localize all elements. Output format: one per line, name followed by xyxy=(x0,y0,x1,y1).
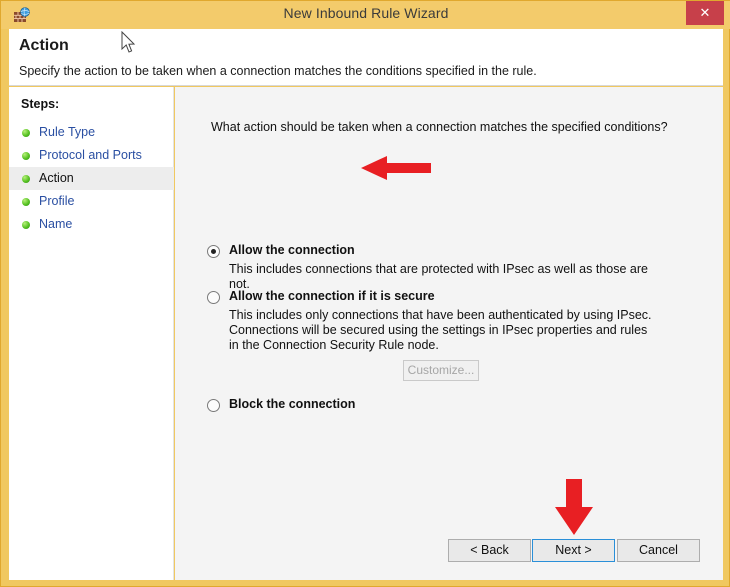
option-title: Allow the connection if it is secure xyxy=(229,289,435,303)
next-button[interactable]: Next > xyxy=(532,539,615,562)
radio-allow-the-connection[interactable] xyxy=(207,245,220,258)
steps-heading: Steps: xyxy=(21,97,60,111)
sidebar-item-label: Protocol and Ports xyxy=(39,148,142,162)
page-header: Action Specify the action to be taken wh… xyxy=(9,29,723,86)
sidebar-item-label: Profile xyxy=(39,194,75,208)
step-bullet-icon xyxy=(22,175,30,183)
radio-allow-the-connection-if-it-is-secure[interactable] xyxy=(207,291,220,304)
wizard-window: New Inbound Rule Wizard ✕ Action Specify… xyxy=(0,0,730,587)
sidebar-item-label: Action xyxy=(39,171,74,185)
sidebar-item-action[interactable]: Action xyxy=(9,167,174,190)
step-bullet-icon xyxy=(22,152,30,160)
page-title: Action xyxy=(19,37,69,54)
page-subtitle: Specify the action to be taken when a co… xyxy=(19,64,537,78)
step-bullet-icon xyxy=(22,198,30,206)
option-title: Block the connection xyxy=(229,397,356,411)
cancel-button[interactable]: Cancel xyxy=(617,539,700,562)
question-text: What action should be taken when a conne… xyxy=(211,120,668,134)
radio-block-the-connection[interactable] xyxy=(207,399,220,412)
sidebar-item-rule-type[interactable]: Rule Type xyxy=(9,121,174,144)
customize-button: Customize... xyxy=(403,360,479,381)
step-bullet-icon xyxy=(22,221,30,229)
steps-list: Rule Type Protocol and Ports Action Prof… xyxy=(9,121,174,236)
sidebar-item-name[interactable]: Name xyxy=(9,213,174,236)
sidebar-item-label: Rule Type xyxy=(39,125,96,139)
step-bullet-icon xyxy=(22,129,30,137)
sidebar-item-profile[interactable]: Profile xyxy=(9,190,174,213)
title-bar: New Inbound Rule Wizard ✕ xyxy=(1,1,730,29)
sidebar-item-protocol-and-ports[interactable]: Protocol and Ports xyxy=(9,144,174,167)
back-button[interactable]: < Back xyxy=(448,539,531,562)
option-description: This includes connections that are prote… xyxy=(229,262,648,291)
window-title: New Inbound Rule Wizard xyxy=(283,5,449,21)
option-description: This includes only connections that have… xyxy=(229,308,652,352)
steps-sidebar: Steps: Rule Type Protocol and Ports Acti… xyxy=(9,87,174,580)
content-panel: What action should be taken when a conne… xyxy=(175,87,723,580)
option-title: Allow the connection xyxy=(229,243,355,257)
sidebar-item-label: Name xyxy=(39,217,73,231)
close-icon[interactable]: ✕ xyxy=(686,1,724,25)
